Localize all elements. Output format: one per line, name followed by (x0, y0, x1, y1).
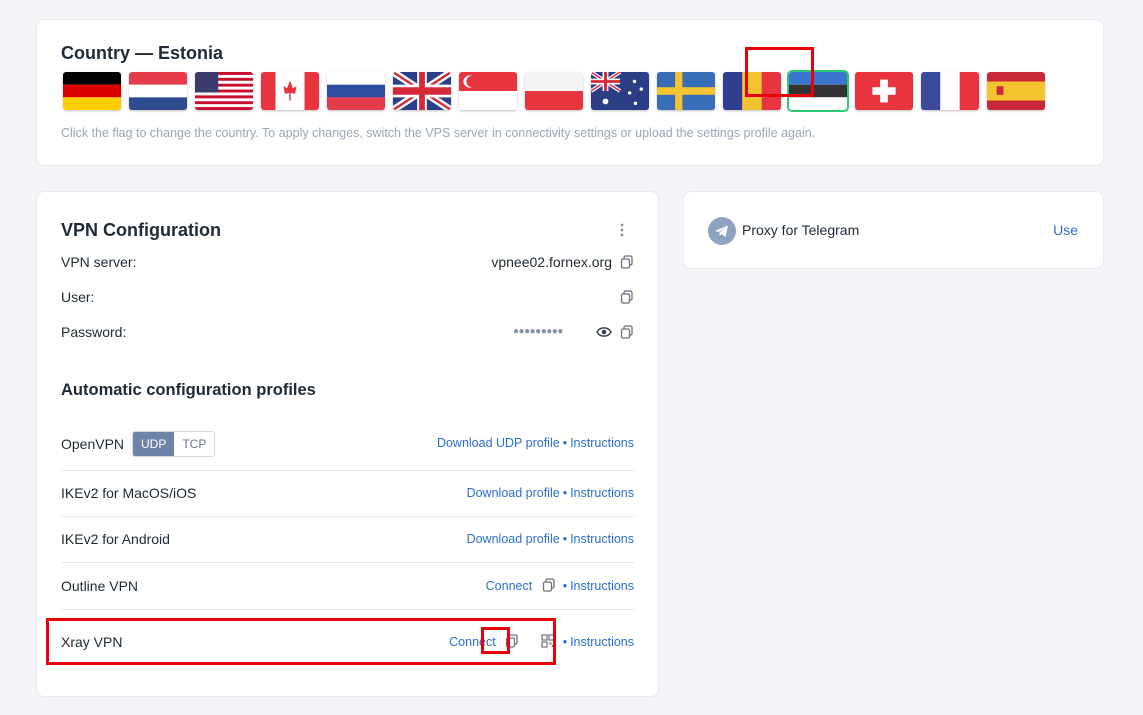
flag-switzerland[interactable] (855, 72, 913, 110)
ikev2-android-links: Download profile • Instructions (467, 532, 634, 546)
telegram-proxy-label: Proxy for Telegram (742, 222, 860, 238)
xray-links: Connect • Instructions (449, 634, 634, 649)
profile-row-openvpn: OpenVPN UDP TCP Download UDP profile • Ins… (61, 428, 634, 471)
flag-spain[interactable] (987, 72, 1045, 110)
instructions-link[interactable]: Instructions (570, 635, 634, 649)
instructions-link[interactable]: Instructions (570, 436, 634, 450)
ikev2-android-label: IKEv2 for Android (61, 531, 170, 547)
flag-poland[interactable] (525, 72, 583, 110)
profile-row-xray: Xray VPN Connect • Instructions (61, 610, 634, 666)
password-label: Password: (61, 324, 127, 340)
use-proxy-link[interactable]: Use (1053, 222, 1078, 238)
copy-icon[interactable] (620, 255, 634, 269)
tcp-toggle-button[interactable]: TCP (174, 432, 215, 456)
connect-link[interactable]: Connect (486, 579, 533, 593)
instructions-link[interactable]: Instructions (570, 486, 634, 500)
instructions-link[interactable]: Instructions (570, 532, 634, 546)
xray-label: Xray VPN (61, 634, 123, 650)
flag-usa[interactable] (195, 72, 253, 110)
connect-link[interactable]: Connect (449, 635, 496, 649)
download-profile-link[interactable]: Download profile (467, 486, 560, 500)
country-hint: Click the flag to change the country. To… (61, 126, 816, 140)
flag-canada[interactable] (261, 72, 319, 110)
vpn-server-value: vpnee02.fornex.org (491, 254, 612, 270)
outline-label: Outline VPN (61, 578, 139, 594)
country-card: Country — Estonia Click the flag to chan… (36, 19, 1104, 166)
copy-icon[interactable] (620, 290, 634, 304)
flag-singapore[interactable] (459, 72, 517, 110)
flag-romania[interactable] (723, 72, 781, 110)
instructions-link[interactable]: Instructions (570, 579, 634, 593)
telegram-icon (708, 217, 736, 245)
password-mask: ●●●●●●●●● (513, 326, 563, 337)
telegram-proxy-card: Proxy for Telegram Use (683, 191, 1104, 269)
eye-icon[interactable] (596, 325, 612, 339)
country-title: Country — Estonia (61, 43, 224, 63)
flag-netherlands[interactable] (129, 72, 187, 110)
udp-toggle-button[interactable]: UDP (133, 432, 175, 456)
qr-code-icon[interactable] (541, 634, 555, 648)
flag-united-kingdom[interactable] (393, 72, 451, 110)
separator-dot: • (562, 635, 568, 649)
profile-row-outline: Outline VPN Connect • Instructions (61, 563, 634, 610)
separator-dot: • (562, 436, 568, 450)
flag-estonia[interactable] (789, 72, 847, 110)
profiles-title: Automatic configuration profiles (61, 381, 316, 399)
copy-icon[interactable] (542, 578, 556, 592)
download-udp-profile-link[interactable]: Download UDP profile (437, 436, 560, 450)
profile-row-ikev2-mac: IKEv2 for MacOS/iOS Download profile • Ins… (61, 471, 634, 517)
protocol-toggle: UDP TCP (132, 431, 216, 457)
separator-dot: • (562, 486, 568, 500)
openvpn-label: OpenVPN (61, 436, 125, 452)
openvpn-links: Download UDP profile • Instructions (437, 436, 634, 450)
outline-links: Connect • Instructions (486, 578, 634, 593)
vpn-configuration-card: VPN Configuration VPN server: vpnee02.fo… (36, 191, 659, 697)
user-label: User: (61, 289, 95, 305)
separator-dot: • (562, 532, 568, 546)
profile-row-ikev2-android: IKEv2 for Android Download profile • Instr… (61, 517, 634, 563)
more-options-icon[interactable] (617, 222, 627, 238)
ikev2-mac-label: IKEv2 for MacOS/iOS (61, 485, 197, 501)
flag-france[interactable] (921, 72, 979, 110)
flag-sweden[interactable] (657, 72, 715, 110)
flag-australia[interactable] (591, 72, 649, 110)
separator-dot: • (562, 579, 568, 593)
flag-germany[interactable] (63, 72, 121, 110)
ikev2-mac-links: Download profile • Instructions (467, 486, 634, 500)
flag-russia[interactable] (327, 72, 385, 110)
vpn-server-label: VPN server: (61, 254, 137, 270)
download-profile-link[interactable]: Download profile (467, 532, 560, 546)
vpn-title: VPN Configuration (61, 220, 221, 240)
copy-icon[interactable] (505, 634, 519, 648)
copy-icon[interactable] (620, 325, 634, 339)
